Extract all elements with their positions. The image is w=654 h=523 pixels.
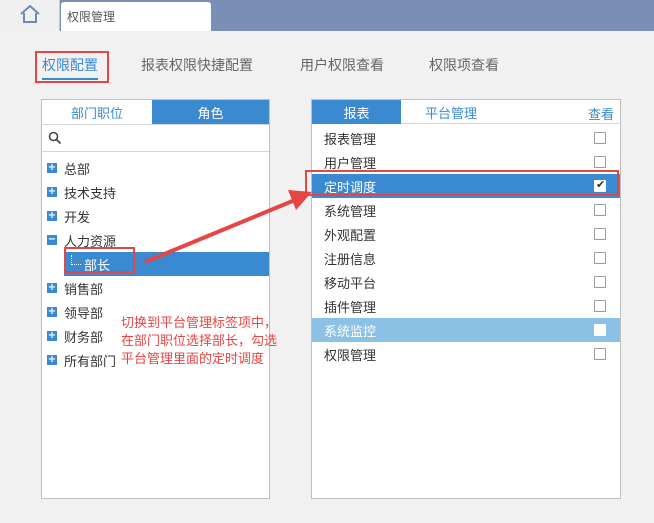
permission-label: 注册信息 <box>324 252 377 268</box>
expand-icon[interactable]: + <box>47 307 57 317</box>
permission-row-permission-management[interactable]: 权限管理 <box>312 342 620 366</box>
subnav-label: 用户权限查看 <box>300 58 384 74</box>
sub-navigation: 权限配置 报表权限快捷配置 用户权限查看 权限项查看 <box>0 31 654 91</box>
tree-label: 领导部 <box>64 306 104 322</box>
tab-permission-management[interactable]: 权限管理 <box>61 2 211 31</box>
permission-list: 报表管理 用户管理 定时调度 ✔ 系统管理 外观配置 注册信息 移动平台 插件管… <box>312 126 620 366</box>
annotation-line: 平台管理里面的定时调度 <box>121 352 265 367</box>
permission-row-report-management[interactable]: 报表管理 <box>312 126 620 150</box>
tab-role[interactable]: 角色 <box>152 100 269 124</box>
expand-icon[interactable]: + <box>47 331 57 341</box>
permission-row-system-monitor[interactable]: 系统监控 <box>312 318 620 342</box>
tree-label: 技术支持 <box>64 186 117 202</box>
permission-label: 外观配置 <box>324 228 377 244</box>
left-tabs: 部门职位 角色 <box>42 100 269 124</box>
expand-icon[interactable]: + <box>47 163 57 173</box>
department-panel: 部门职位 角色 + 总部 + 技术支持 + 开发 − 人力资源 部长 + 销售部… <box>41 99 270 499</box>
permission-row-appearance-config[interactable]: 外观配置 <box>312 222 620 246</box>
permission-label: 系统管理 <box>324 204 377 220</box>
view-checkbox[interactable] <box>594 204 606 216</box>
permission-label: 用户管理 <box>324 156 377 172</box>
tree-label: 财务部 <box>64 330 104 346</box>
tree-item-headquarters[interactable]: + 总部 <box>42 156 269 180</box>
home-button[interactable] <box>0 0 60 31</box>
view-checkbox[interactable] <box>594 228 606 240</box>
expand-icon[interactable]: + <box>47 355 57 365</box>
search-input[interactable] <box>42 124 269 152</box>
column-header-view: 查看 <box>587 108 614 123</box>
expand-icon[interactable]: + <box>47 283 57 293</box>
subnav-label: 报表权限快捷配置 <box>141 58 253 74</box>
permission-row-plugin-management[interactable]: 插件管理 <box>312 294 620 318</box>
permission-label: 报表管理 <box>324 132 377 148</box>
permission-label: 移动平台 <box>324 276 377 292</box>
divider <box>401 123 620 124</box>
tree-item-development[interactable]: + 开发 <box>42 204 269 228</box>
view-checkbox[interactable] <box>594 300 606 312</box>
tree-label: 开发 <box>64 210 91 226</box>
tab-department-position[interactable]: 部门职位 <box>42 100 152 124</box>
tree-item-tech-support[interactable]: + 技术支持 <box>42 180 269 204</box>
permission-label: 插件管理 <box>324 300 377 316</box>
view-checkbox[interactable] <box>594 132 606 144</box>
tab-label: 平台管理 <box>424 106 477 122</box>
right-tabs: 报表 平台管理 查看 <box>312 100 620 124</box>
home-icon <box>19 4 41 28</box>
tree-label: 总部 <box>64 162 91 178</box>
tree-item-sales[interactable]: + 销售部 <box>42 276 269 300</box>
tab-report[interactable]: 报表 <box>312 100 401 124</box>
view-checkbox[interactable] <box>594 348 606 360</box>
tab-title: 权限管理 <box>67 10 116 24</box>
highlight-box <box>35 51 109 83</box>
annotation-line: 在部门职位选择部长，勾选 <box>121 334 278 349</box>
permission-row-system-management[interactable]: 系统管理 <box>312 198 620 222</box>
annotation-text: 切换到平台管理标签项中， 在部门职位选择部长，勾选 平台管理里面的定时调度 <box>121 315 311 369</box>
view-checkbox[interactable] <box>594 276 606 288</box>
tree-label: 销售部 <box>64 282 104 298</box>
highlight-box <box>305 170 619 196</box>
highlight-box <box>64 247 135 273</box>
permission-row-registration-info[interactable]: 注册信息 <box>312 246 620 270</box>
tab-label: 报表 <box>343 106 370 122</box>
subnav-label: 权限项查看 <box>429 58 499 74</box>
view-checkbox[interactable] <box>594 324 606 336</box>
tab-label: 部门职位 <box>70 106 123 122</box>
permission-label: 权限管理 <box>324 348 377 364</box>
expand-icon[interactable]: + <box>47 187 57 197</box>
subnav-item-report-quick-config[interactable]: 报表权限快捷配置 <box>141 55 253 75</box>
subnav-item-user-permission-view[interactable]: 用户权限查看 <box>300 55 384 75</box>
page-content: 权限配置 报表权限快捷配置 用户权限查看 权限项查看 部门职位 角色 + 总部 … <box>0 31 654 523</box>
annotation-line: 切换到平台管理标签项中， <box>121 316 278 331</box>
top-bar: 权限管理 <box>0 0 654 31</box>
collapse-icon[interactable]: − <box>47 235 57 245</box>
view-checkbox[interactable] <box>594 156 606 168</box>
subnav-item-permission-items-view[interactable]: 权限项查看 <box>429 55 499 75</box>
tab-platform-management[interactable]: 平台管理 <box>401 100 501 124</box>
view-checkbox[interactable] <box>594 252 606 264</box>
expand-icon[interactable]: + <box>47 211 57 221</box>
tree-label: 所有部门 <box>64 354 117 370</box>
permission-panel: 报表 平台管理 查看 报表管理 用户管理 定时调度 ✔ 系统管理 外观配置 注册… <box>311 99 621 499</box>
tab-label: 角色 <box>197 106 224 122</box>
permission-row-mobile-platform[interactable]: 移动平台 <box>312 270 620 294</box>
permission-label: 系统监控 <box>324 324 377 340</box>
